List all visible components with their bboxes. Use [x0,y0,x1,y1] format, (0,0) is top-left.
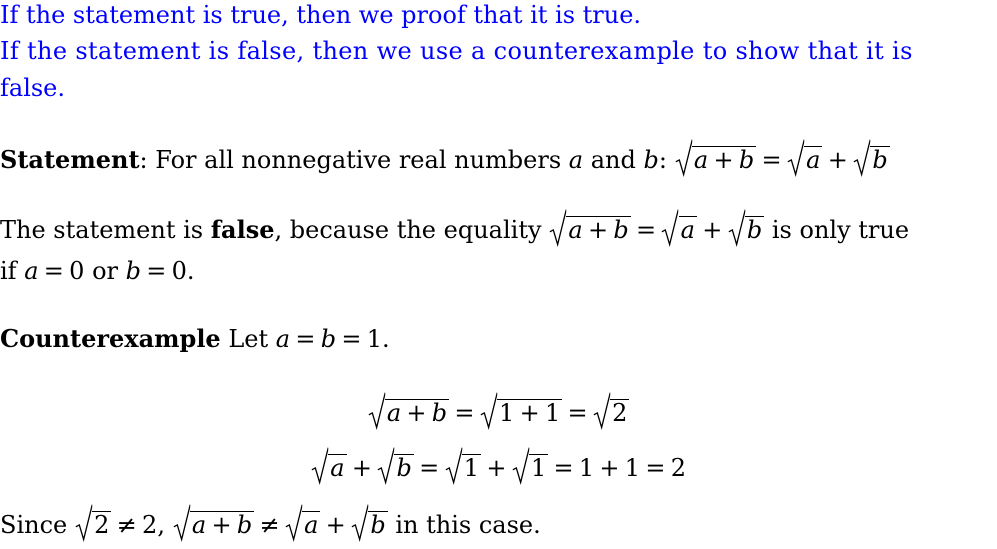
statement-paragraph: Statement: For all nonnegative real numb… [0,145,890,175]
radical-icon [377,447,394,485]
statement-text: : For all nonnegative real numbers [139,146,562,174]
and-word: and [590,146,636,174]
statement-equation: a + b = a + b [675,146,890,174]
answer-line-2: if a = 0 or b = 0. [0,257,195,285]
var-a: a [568,146,584,174]
answer-line-1: The statement is false, because the equa… [0,215,909,245]
counterexample-paragraph: Counterexample Let a = b = 1. [0,324,390,353]
radical-icon [593,392,610,430]
intro-line-1: If the statement is true, then we proof … [0,1,642,29]
display-equation-1: a + b = 1 +1 = 2 [0,398,997,428]
sqrt-a: a [787,145,823,175]
sqrt-b: b [853,145,890,175]
radical-icon [311,447,328,485]
radical-icon [549,209,566,247]
colon: : [658,146,667,174]
intro-line-2: If the statement is false, then we use a… [0,37,913,65]
radical-icon [728,209,745,247]
radical-icon [75,504,92,542]
false-keyword: false [210,215,275,244]
radical-icon [445,447,462,485]
radical-icon [285,504,302,542]
radical-icon [173,504,190,542]
counterexample-label: Counterexample [0,324,221,353]
intro-line-3: false. [0,74,66,102]
radical-icon [853,139,870,177]
radical-icon [351,504,368,542]
radical-icon [675,139,692,177]
equality-expression: a + b = a + b [549,216,765,244]
radical-icon [480,392,497,430]
radical-icon [512,447,529,485]
sqrt-a-plus-b: a + b [675,145,757,175]
radical-icon [661,209,678,247]
conclusion-line: Since 2 ≠ 2, a + b ≠ a + b in this case. [0,510,541,540]
radical-icon [368,392,385,430]
radical-icon [787,139,804,177]
display-equation-2: a + b = 1 +1 = 1 +1 = 2 [0,453,997,483]
statement-label: Statement [0,145,140,174]
var-b: b [643,146,659,174]
